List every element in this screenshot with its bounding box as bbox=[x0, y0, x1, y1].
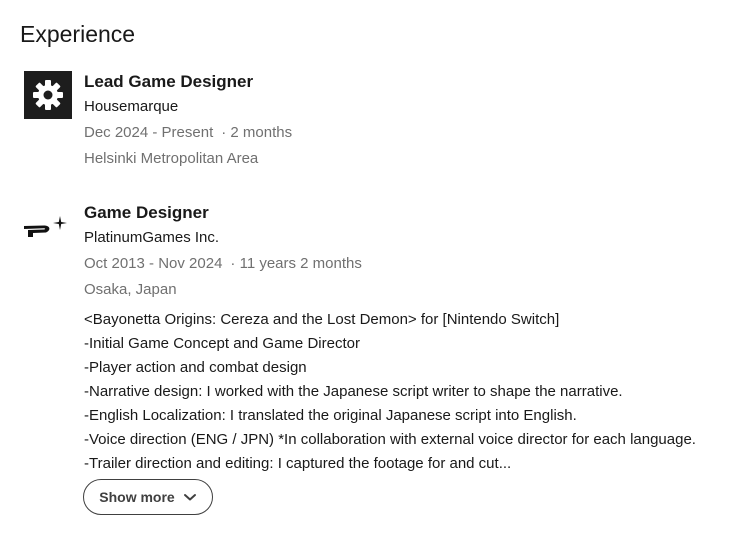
dates-text: Dec 2024 - Present bbox=[84, 124, 214, 141]
job-title[interactable]: Lead Game Designer bbox=[84, 71, 754, 93]
description-line: -Initial Game Concept and Game Director bbox=[84, 335, 360, 352]
date-range: Dec 2024 - Present · 2 months bbox=[84, 123, 754, 143]
company-name: Housemarque bbox=[84, 98, 179, 115]
dates-text: Oct 2013 - Nov 2024 bbox=[84, 255, 223, 272]
job-title[interactable]: Game Designer bbox=[84, 202, 754, 224]
show-more-button[interactable]: Show more bbox=[83, 479, 213, 515]
company-name: PlatinumGames Inc. bbox=[84, 229, 220, 246]
duration-text: · 2 months bbox=[221, 124, 293, 141]
description-line: -Player action and combat design bbox=[84, 359, 307, 376]
job-description: <Bayonetta Origins: Cereza and the Lost … bbox=[84, 308, 754, 476]
location-text: Helsinki Metropolitan Area bbox=[84, 150, 259, 167]
location-text: Osaka, Japan bbox=[84, 281, 177, 298]
section-title: Experience bbox=[20, 21, 136, 47]
description-line: <Bayonetta Origins: Cereza and the Lost … bbox=[84, 311, 560, 328]
housemarque-gear-icon bbox=[33, 80, 63, 110]
company-logo[interactable] bbox=[24, 71, 72, 119]
company-logo[interactable] bbox=[24, 202, 72, 250]
date-range: Oct 2013 - Nov 2024 · 11 years 2 months bbox=[84, 254, 754, 274]
description-line: -English Localization: I translated the … bbox=[84, 407, 577, 424]
description-line: -Voice direction (ENG / JPN) *In collabo… bbox=[84, 431, 696, 448]
duration-text: · 11 years 2 months bbox=[230, 255, 362, 272]
description-line: -Trailer direction and editing: I captur… bbox=[84, 455, 512, 472]
chevron-down-icon bbox=[183, 490, 197, 504]
description-line: -Narrative design: I worked with the Jap… bbox=[84, 383, 623, 400]
platinumgames-logo-icon bbox=[24, 216, 67, 237]
show-more-label: Show more bbox=[99, 489, 175, 505]
